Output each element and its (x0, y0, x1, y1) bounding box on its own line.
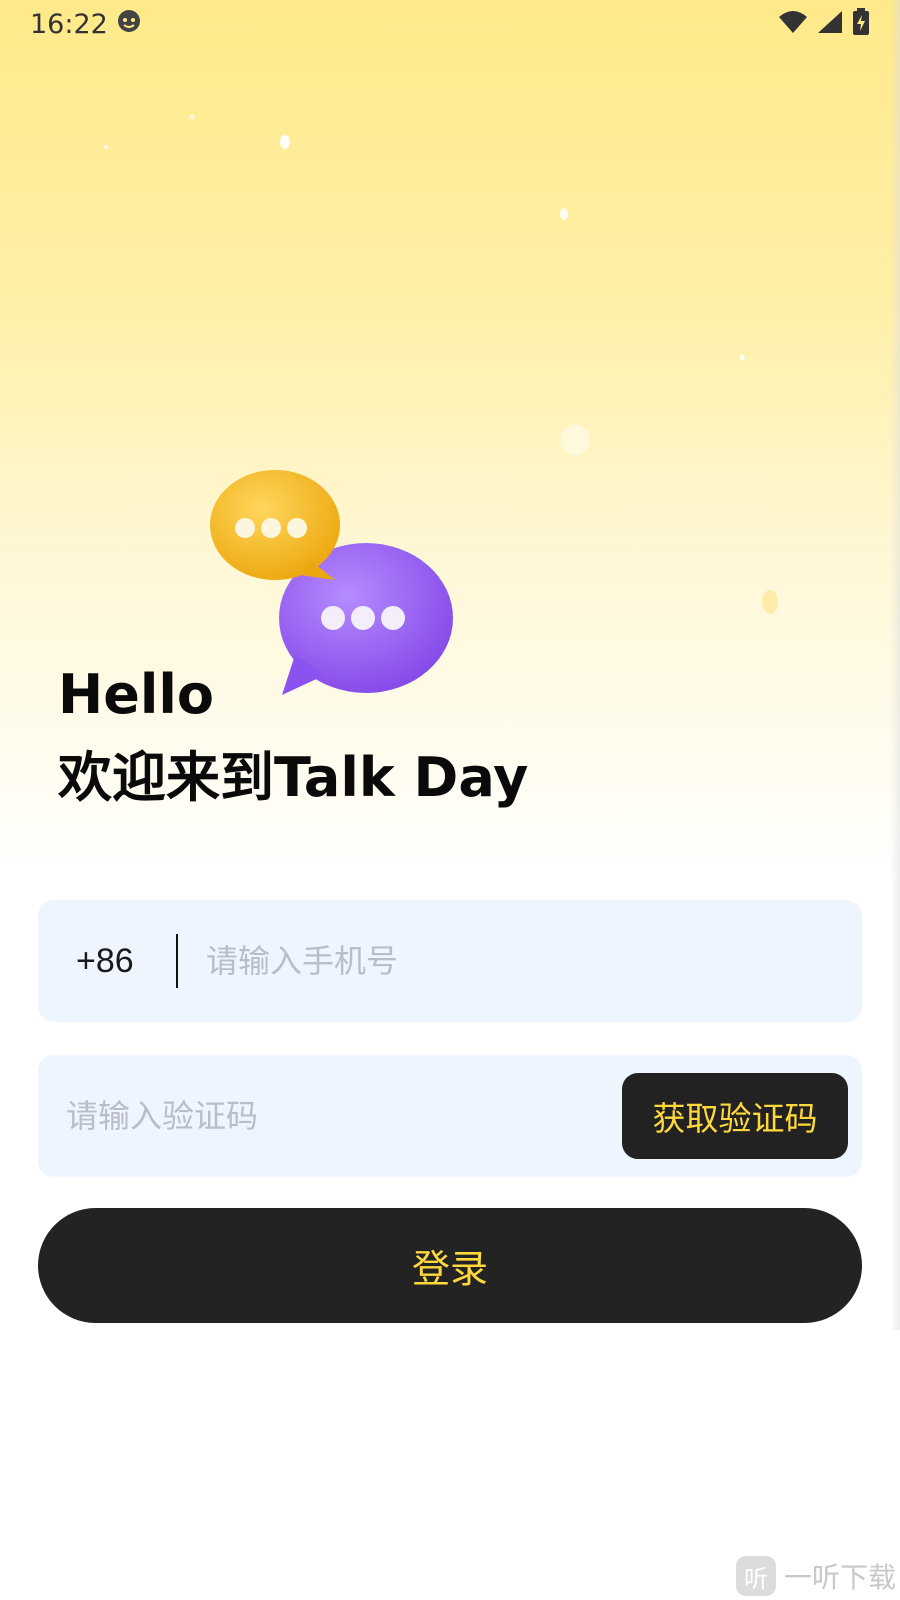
field-divider (176, 934, 178, 988)
sparkle (560, 425, 590, 455)
hello-text: Hello (58, 663, 214, 726)
watermark-logo: 听 (735, 1556, 776, 1596)
welcome-text: 欢迎来到Talk Day (58, 746, 529, 809)
watermark-text: 一听下载 (783, 1561, 896, 1594)
face-icon (116, 8, 142, 41)
signal-icon (816, 9, 844, 39)
battery-charging-icon (852, 8, 870, 40)
status-time: 16:22 (30, 8, 108, 40)
screen-edge-shadow (890, 0, 900, 1330)
sparkle (190, 115, 194, 119)
phone-input[interactable] (204, 941, 862, 981)
yellow-bubble (210, 470, 340, 580)
country-code-selector[interactable]: +86 (76, 942, 176, 981)
wifi-icon (778, 9, 808, 39)
watermark: 听 一听下载 (735, 1556, 896, 1596)
verification-code-field[interactable]: 获取验证码 (38, 1055, 862, 1177)
sparkle (104, 145, 108, 149)
phone-field[interactable]: +86 (38, 900, 862, 1022)
status-bar: 16:22 (0, 0, 900, 48)
get-code-button[interactable]: 获取验证码 (622, 1073, 848, 1159)
sparkle (762, 590, 778, 614)
sparkle (740, 355, 745, 360)
welcome-heading: Hello 欢迎来到Talk Day (58, 655, 528, 821)
sparkle (560, 208, 568, 220)
login-button[interactable]: 登录 (38, 1208, 862, 1323)
sparkle (280, 135, 290, 149)
